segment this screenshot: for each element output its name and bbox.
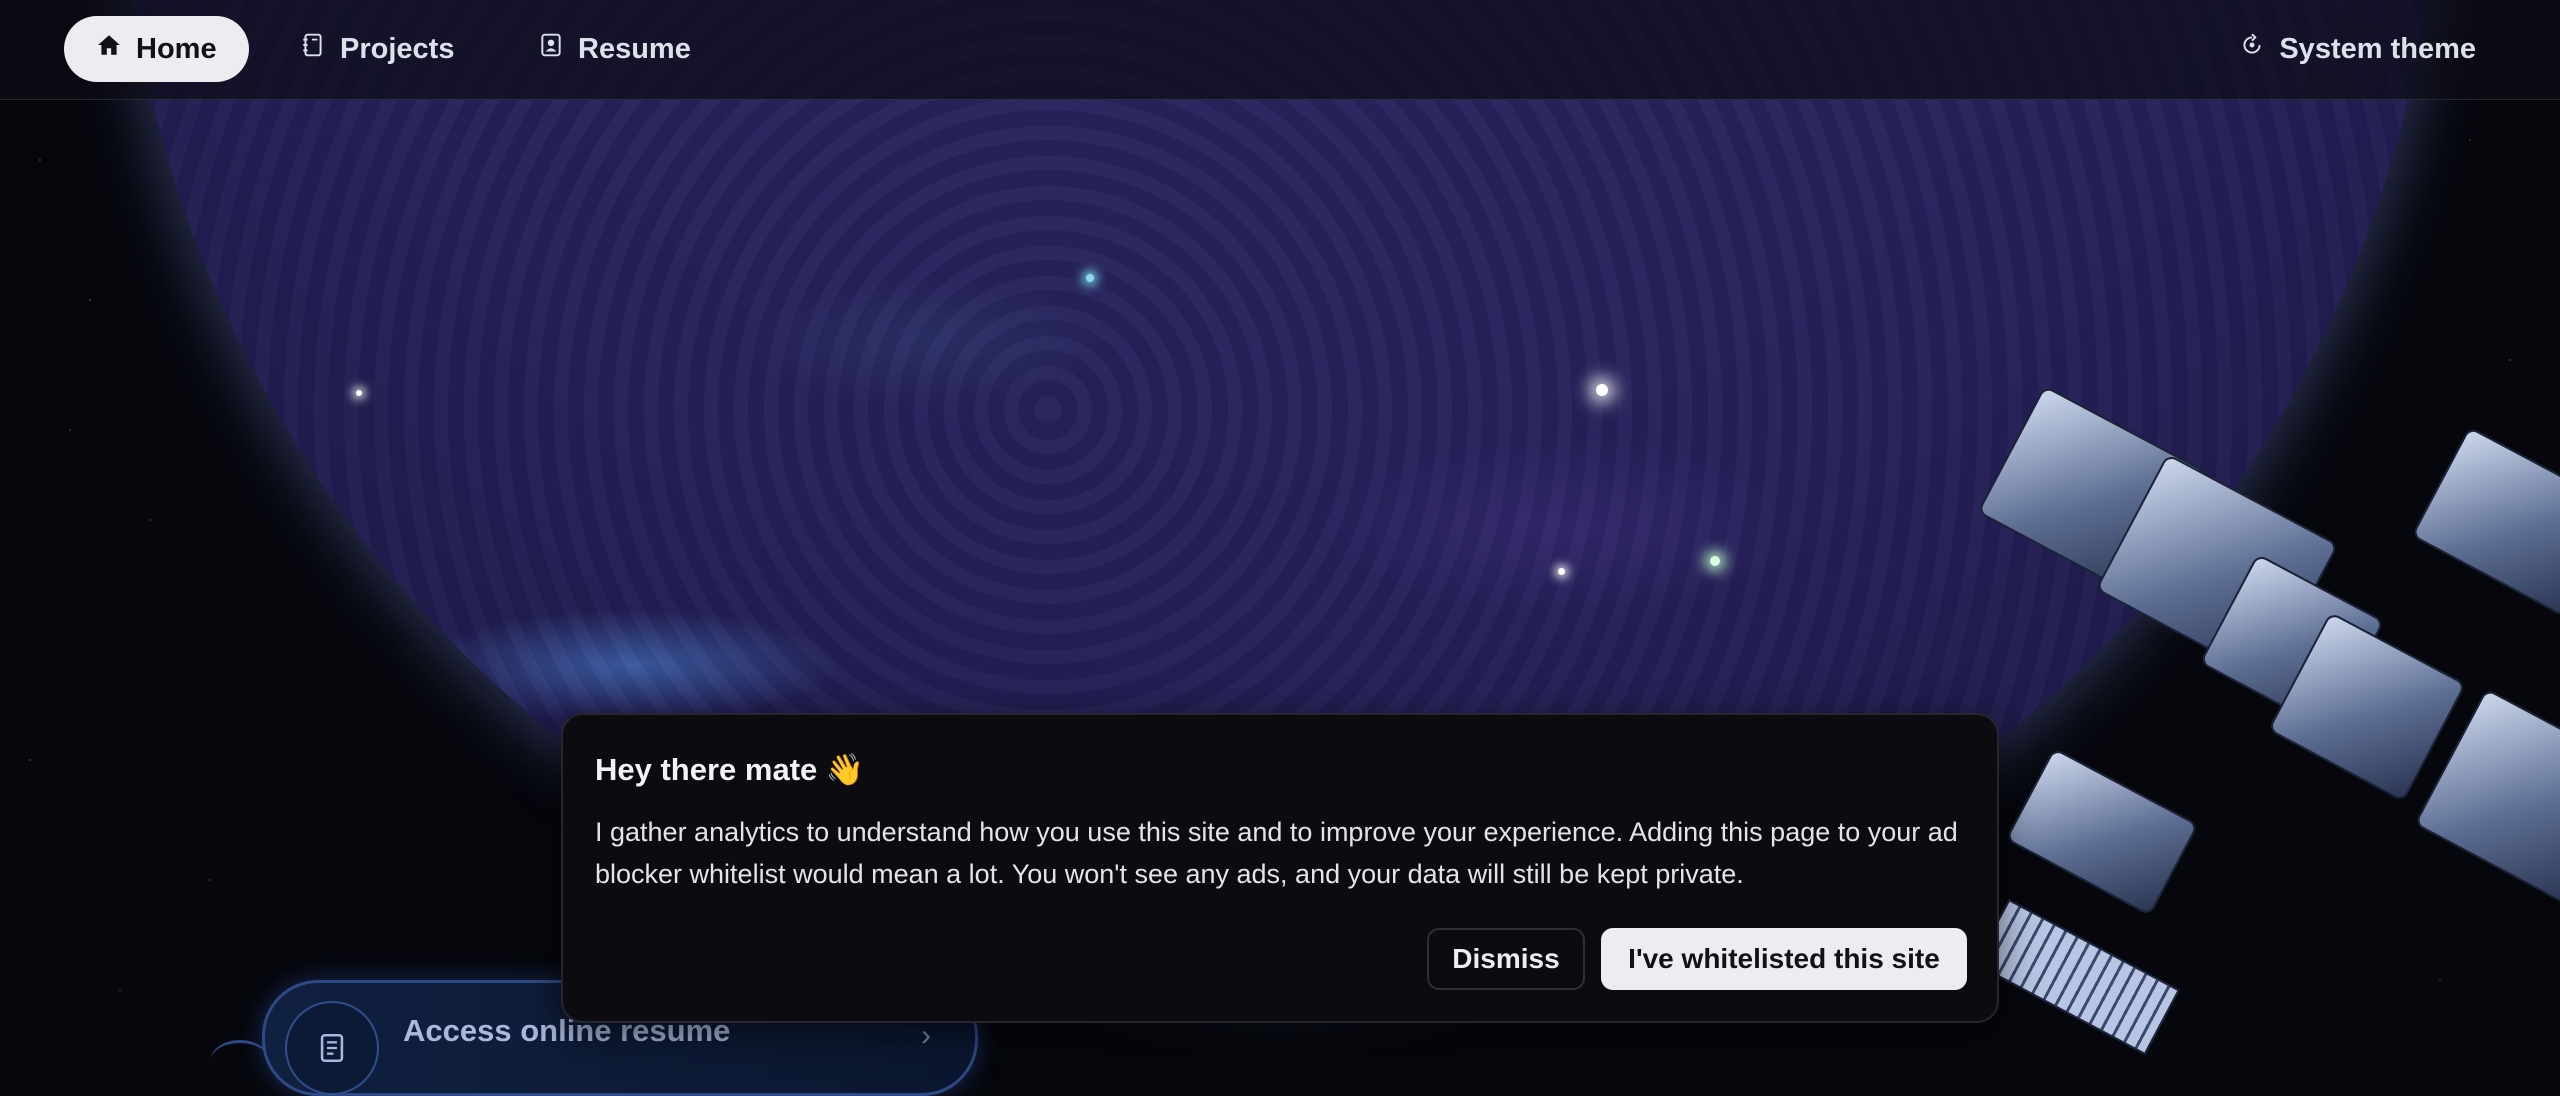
star-glint (1710, 556, 1720, 566)
nav-projects[interactable]: Projects (268, 16, 486, 82)
chevron-right-icon: › (921, 1019, 931, 1052)
analytics-consent-dialog: Hey there mate 👋 I gather analytics to u… (561, 713, 1999, 1023)
star-glint (1086, 274, 1094, 282)
theme-icon (2239, 32, 2265, 66)
dialog-title: Hey there mate 👋 (595, 752, 865, 787)
notebook-icon (300, 32, 326, 66)
theme-toggle-label: System theme (2279, 32, 2476, 65)
star-glint (356, 390, 362, 396)
id-badge-icon (538, 32, 564, 66)
decorative-arc (210, 1040, 270, 1083)
space-station-illustration (1960, 380, 2560, 1056)
nav-projects-label: Projects (340, 32, 455, 65)
home-icon (96, 32, 122, 66)
nav-home[interactable]: Home (64, 16, 249, 82)
dialog-message: I gather analytics to understand how you… (595, 817, 1958, 889)
top-navbar: Home Projects Resume System theme (0, 0, 2560, 100)
whitelisted-confirm-button[interactable]: I've whitelisted this site (1601, 928, 1967, 990)
document-icon (285, 1001, 379, 1095)
star-glint (1558, 568, 1565, 575)
nav-home-label: Home (136, 32, 217, 65)
nav-resume-label: Resume (578, 32, 691, 65)
nav-resume[interactable]: Resume (506, 16, 723, 82)
theme-toggle[interactable]: System theme (2207, 16, 2508, 82)
star-glint (1596, 384, 1608, 396)
dismiss-button[interactable]: Dismiss (1427, 928, 1585, 990)
